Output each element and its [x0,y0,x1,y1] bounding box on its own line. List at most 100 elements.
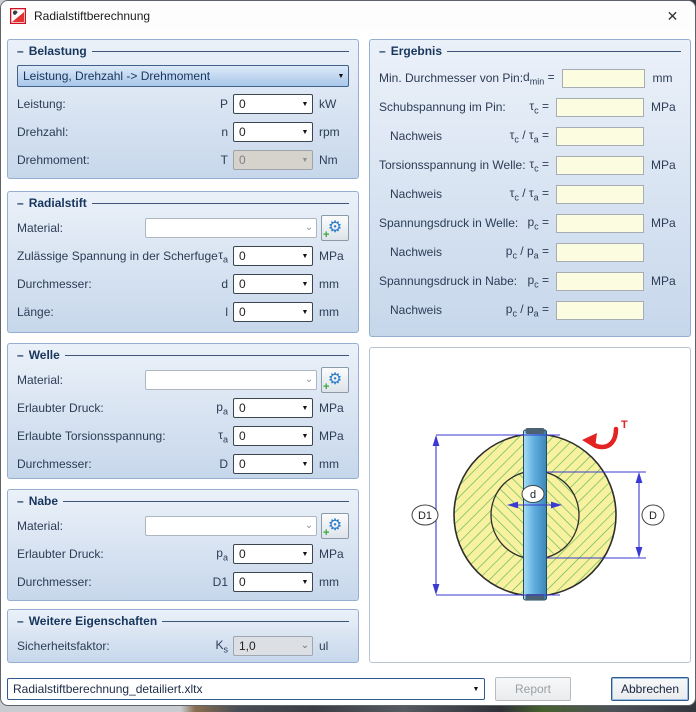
result-field [562,69,646,88]
dropdown-arrow-icon: ▼ [298,129,312,136]
value-combo[interactable]: 0▼ [233,454,313,474]
result-row: Schubspannung im Pin:τc = MPa [379,97,681,117]
collapse-dash: – [17,196,24,210]
combo-value: 0 [234,277,298,291]
symbol-label: n [221,125,228,139]
field-label: Zulässige Spannung in der Scherfuge: [17,249,218,263]
unit-label: MPa [319,547,349,561]
dim-label-D: D [642,505,664,525]
result-field [556,156,644,175]
dropdown-arrow-icon: ▼ [334,73,348,80]
combo-value: 0 [234,305,298,319]
value-combo[interactable]: 0▼ [233,274,313,294]
material-database-button[interactable]: ⚙+ [321,215,349,241]
result-row: Nachweispc / pa = [379,300,681,320]
result-field [556,243,644,262]
dropdown-arrow-icon: ▼ [468,686,484,693]
panel-ergebnis: –ErgebnisMin. Durchmesser von Pin:dmin =… [369,39,691,337]
gear-icon: ⚙ [328,372,342,388]
close-icon[interactable]: ✕ [650,2,695,31]
panel-header: –Welle [17,347,349,363]
panel-header-line [447,51,681,52]
form-row: Durchmesser:D10▼mm [17,571,349,593]
combo-value: 0 [234,547,298,561]
value-combo[interactable]: 0▼ [233,544,313,564]
material-combo[interactable]: ⌄ [145,370,317,390]
form-row: Erlaubter Druck:pa 0▼ MPa [17,543,349,565]
torque-arrow-icon: T [582,419,628,448]
window-title: Radialstiftberechnung [34,9,150,23]
material-database-button[interactable]: ⚙+ [321,513,349,539]
combo-value: 0 [234,97,298,111]
result-symbol-expression: pc = [527,215,549,231]
result-label: Schubspannung im Pin: [379,100,529,114]
report-button: Report [495,677,571,701]
dropdown-arrow-icon: ▼ [298,405,312,412]
panel-header: –Belastung [17,43,349,59]
combo-value: 0 [234,457,298,471]
panel-header: –Weitere Eigenschaften [17,613,349,629]
value-combo[interactable]: 1,0⌄ [233,636,313,656]
value-combo[interactable]: 0▼ [233,302,313,322]
result-label: Spannungsdruck in Welle: [379,216,527,230]
dropdown-arrow-icon: ⌄ [302,376,316,384]
result-symbol-expression: pc / pa = [506,244,549,260]
result-symbol-expression: pc / pa = [506,302,549,318]
result-label: Nachweis [379,303,506,317]
form-row: Durchmesser:d0▼mm [17,273,349,295]
field-label: Drehzahl: [17,125,221,139]
cancel-button[interactable]: Abbrechen [611,677,689,701]
result-symbol-expression: τc = [529,99,549,115]
field-label: Erlaubter Druck: [17,547,216,561]
panel-belastung: –Belastung Leistung, Drehzahl -> Drehmome… [7,39,359,179]
result-row: Torsionsspannung in Welle:τc =MPa [379,155,681,175]
symbol-label: T [221,153,228,167]
symbol-label: pa [216,546,228,562]
field-label: Erlaubte Torsionsspannung: [17,429,218,443]
result-label: Spannungsdruck in Nabe: [379,274,527,288]
dropdown-arrow-icon: ▼ [298,157,312,164]
value-combo[interactable]: 0▼ [233,94,313,114]
result-row: Min. Durchmesser von Pin:dmin =mm [379,68,681,88]
unit-label: MPa [651,158,681,172]
template-file-combo[interactable]: Radialstiftberechnung_detailiert.xltx ▼ [7,678,485,700]
field-label: Länge: [17,305,225,319]
material-combo[interactable]: ⌄ [145,516,317,536]
value-combo[interactable]: 0▼ [233,122,313,142]
collapse-dash: – [17,44,24,58]
value-combo[interactable]: 0▼ [233,246,313,266]
unit-label: MPa [319,249,349,263]
value-combo[interactable]: 0▼ [233,398,313,418]
unit-label: mm [319,457,349,471]
gear-icon: ⚙ [328,220,342,236]
load-case-combo[interactable]: Leistung, Drehzahl -> Drehmoment▼ [17,65,349,87]
combo-value: 1,0 [234,639,298,653]
dropdown-arrow-icon: ▼ [298,253,312,260]
unit-label: mm [652,71,681,85]
panel-header: –Radialstift [17,195,349,211]
material-database-button[interactable]: ⚙+ [321,367,349,393]
result-symbol-expression: pc = [527,273,549,289]
pin-cap-top [526,428,545,434]
value-combo[interactable]: 0▼ [233,572,313,592]
field-label: Durchmesser: [17,277,221,291]
dim-label-D1: D1 [412,505,438,525]
dim-label-d: d [522,486,544,503]
form-row: Material:⌄⚙+ [17,369,349,391]
unit-label: MPa [651,100,681,114]
symbol-label: Ks [215,638,228,654]
unit-label: MPa [319,401,349,415]
result-field [556,127,644,146]
field-label: Durchmesser: [17,457,219,471]
result-label: Nachweis [379,129,510,143]
form-row: Drehzahl:n0▼rpm [17,121,349,143]
collapse-dash: – [17,614,24,628]
value-combo[interactable]: 0▼ [233,426,313,446]
field-label: Leistung: [17,97,220,111]
panel-title: Weitere Eigenschaften [29,614,157,628]
panel-title: Nabe [29,494,58,508]
template-file-value: Radialstiftberechnung_detailiert.xltx [8,682,468,696]
title-bar: Radialstiftberechnung ✕ [1,1,695,31]
material-combo[interactable]: ⌄ [145,218,317,238]
bottom-bar: Radialstiftberechnung_detailiert.xltx ▼ … [1,677,696,703]
